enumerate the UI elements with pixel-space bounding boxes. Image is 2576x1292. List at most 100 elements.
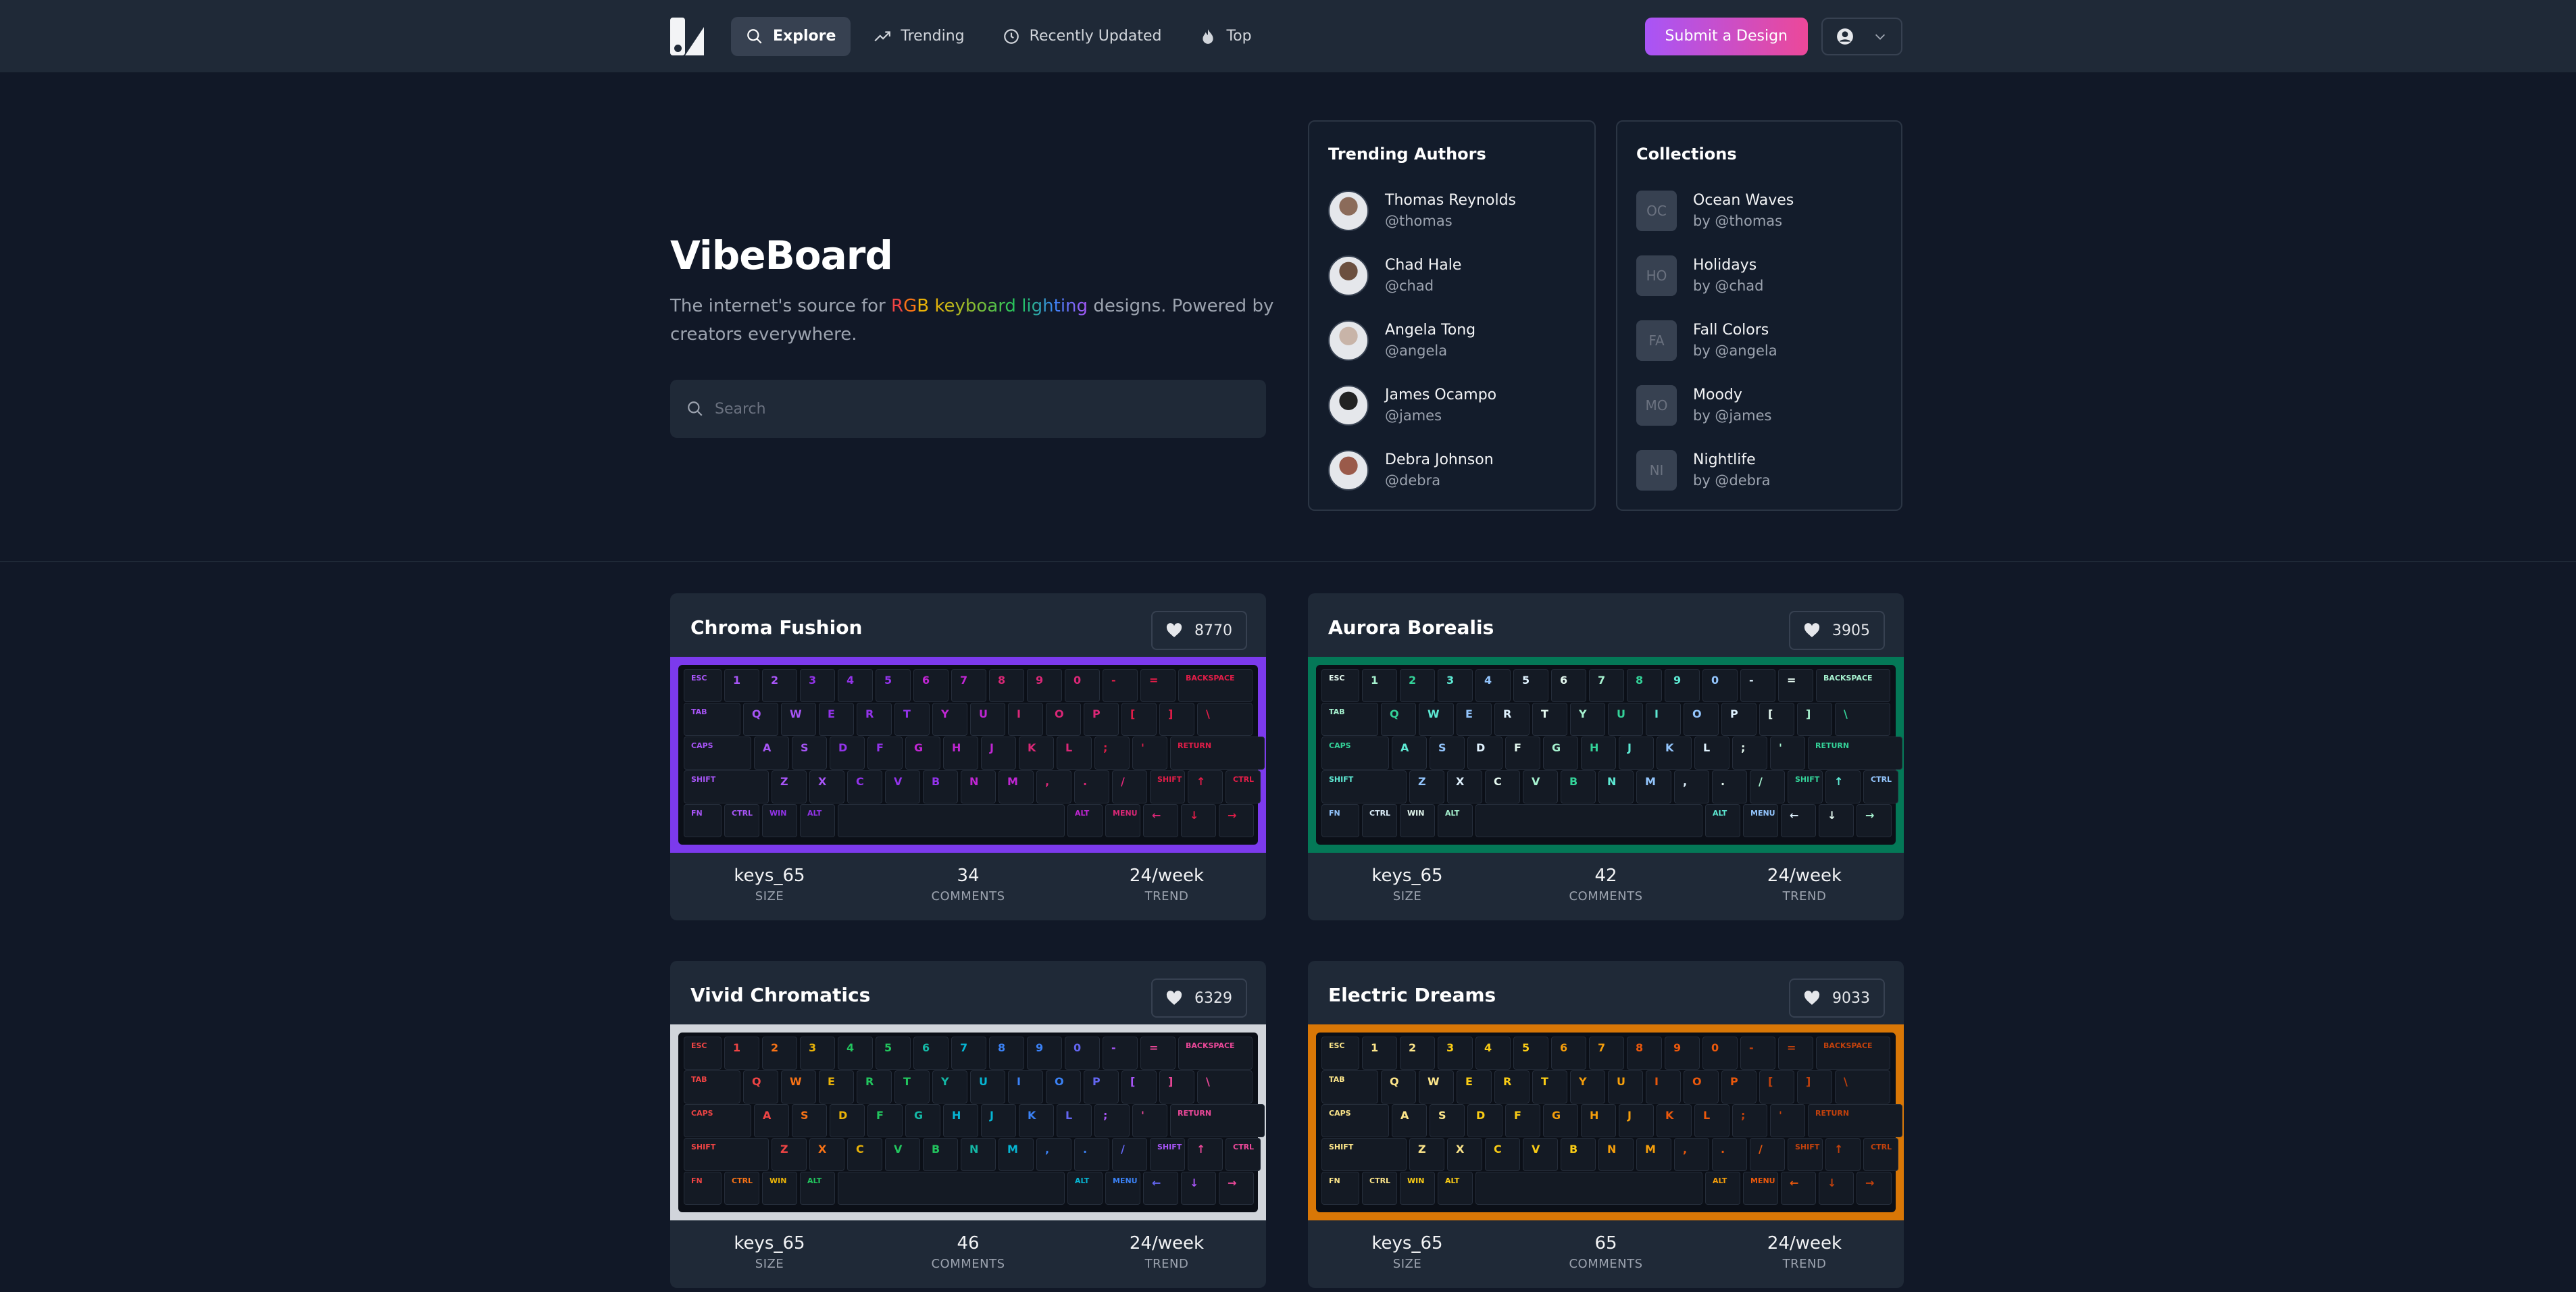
like-button[interactable]: 9033 [1789,978,1885,1018]
collection-item[interactable]: MO Moody by @james [1636,373,1882,438]
keyboard-key: ESC [1321,669,1359,702]
chevron-down-icon [1875,34,1886,40]
keyboard-key: D [830,1104,865,1137]
design-title[interactable]: Electric Dreams [1328,984,1496,1006]
keyboard-row: CAPS A S D F G H J K L; ' RETURN [684,737,1265,770]
keyboard-key: CTRL [1226,770,1261,803]
stat-size: keys_65 SIZE [1308,864,1507,905]
author-item[interactable]: Angela Tong @angela [1328,308,1575,373]
keyboard-preview[interactable]: ESC 1 2 3 4 5 6 7 8 9 0- = BACKSPACE TAB Q W E R T Y U I O P[] \… [670,1024,1266,1220]
keyboard-key: 9 [1665,1037,1700,1070]
keyboard-key: ALT [800,1172,835,1205]
nav-top[interactable]: Top [1184,17,1266,56]
keyboard-key: ALT [1705,804,1740,837]
keyboard-key: T [894,703,930,736]
search-bar [670,380,1266,438]
keyboard-key: . [1074,770,1109,803]
keyboard-preview[interactable]: ESC 1 2 3 4 5 6 7 8 9 0- = BACKSPACE TAB Q W E R T Y U I O P[] \… [1308,1024,1904,1220]
trending-authors-panel: Trending Authors Thomas Reynolds @thomas… [1308,120,1596,511]
keyboard-key: = [1778,1037,1813,1070]
design-title[interactable]: Chroma Fushion [690,616,862,639]
keyboard-key: 3 [1438,1037,1473,1070]
keyboard-key: TAB [1321,703,1378,736]
keyboard-key: ' [1770,737,1805,770]
author-item[interactable]: James Ocampo @james [1328,373,1575,438]
nav-explore[interactable]: Explore [731,16,851,56]
keyboard-key: P [1084,703,1119,736]
keyboard-key: [ [1759,1070,1794,1103]
keyboard-key: E [1457,1070,1492,1103]
author-handle: @james [1385,407,1442,424]
keyboard-key: SHIFT [684,1138,769,1171]
keyboard-key: I [1008,1070,1043,1103]
keyboard-key: . [1074,1138,1109,1171]
collection-item[interactable]: HO Holidays by @chad [1636,243,1882,308]
author-avatar [1328,191,1369,231]
like-button[interactable]: 6329 [1151,978,1247,1018]
design-card[interactable]: Electric Dreams 9033 ESC 1 2 3 4 5 6 7 8 9 0- = BACK… [1308,961,1904,1288]
nav-recently-updated[interactable]: Recently Updated [988,17,1177,56]
keyboard-key: Z [772,770,807,803]
trending-icon [874,30,891,41]
like-button[interactable]: 8770 [1151,611,1247,650]
keyboard-key: - [1740,669,1775,702]
stat-comments-value: 46 [957,1233,980,1253]
stat-comments: 65 COMMENTS [1507,1231,1705,1273]
keyboard-key: 7 [951,1037,986,1070]
user-menu-button[interactable] [1821,17,1902,55]
keyboard-preview[interactable]: ESC 1 2 3 4 5 6 7 8 9 0- = BACKSPACE TAB Q W E R T Y U I O P[] \… [670,657,1266,853]
keyboard-key: 2 [762,1037,797,1070]
keyboard-key: ↓ [1181,804,1216,837]
stat-comments-label: COMMENTS [931,1257,1005,1271]
collection-item[interactable]: OC Ocean Waves by @thomas [1636,178,1882,243]
author-item[interactable]: Thomas Reynolds @thomas [1328,178,1575,243]
keyboard-key: CAPS [1321,737,1389,770]
keyboard-key: T [1532,1070,1567,1103]
keyboard-key: 4 [1475,1037,1511,1070]
keyboard-key: 8 [989,669,1024,702]
vibeboard-logo-icon[interactable] [670,17,705,55]
nav-trending-label: Trending [901,28,965,45]
submit-design-button[interactable]: Submit a Design [1644,17,1808,55]
keyboard-key: CTRL [724,1172,759,1205]
keyboard-key: 5 [1513,1037,1548,1070]
top-navigation: Explore Trending Recently Updated Top Su… [0,0,2576,72]
design-card[interactable]: Aurora Borealis 3905 ESC 1 2 3 4 5 6 7 8 9 0- = BACK… [1308,593,1904,920]
collection-item[interactable]: FA Fall Colors by @angela [1636,308,1882,373]
design-title[interactable]: Aurora Borealis [1328,616,1494,639]
nav-trending[interactable]: Trending [859,17,979,56]
keyboard-key: R [857,1070,892,1103]
author-item[interactable]: Chad Hale @chad [1328,243,1575,308]
keyboard-key: FN [684,804,722,837]
design-title[interactable]: Vivid Chromatics [690,984,870,1006]
keyboard-key: / [1112,770,1147,803]
stat-comments-label: COMMENTS [1569,1257,1643,1271]
collection-item[interactable]: NI Nightlife by @debra [1636,438,1882,503]
design-card[interactable]: Vivid Chromatics 6329 ESC 1 2 3 4 5 6 7 8 9 0- = BAC… [670,961,1266,1288]
clock-icon [1003,28,1019,44]
keyboard-key: ALT [1705,1172,1740,1205]
author-item[interactable]: Debra Johnson @debra [1328,438,1575,503]
keyboard-preview[interactable]: ESC 1 2 3 4 5 6 7 8 9 0- = BACKSPACE TAB Q W E R T Y U I O P[] \… [1308,657,1904,853]
keyboard-key: 8 [989,1037,1024,1070]
keyboard-key: ' [1132,737,1167,770]
stat-size-label: SIZE [1392,889,1422,903]
author-handle: @chad [1385,278,1434,294]
keyboard-key: ← [1143,804,1178,837]
keyboard-key: L [1694,1104,1729,1137]
keyboard-key: ESC [684,669,722,702]
collection-thumbnail: HO [1636,255,1677,296]
keyboard-key: / [1750,770,1785,803]
stat-trend-label: TREND [1782,1257,1827,1271]
keyboard-key: L [1057,737,1092,770]
keyboard-key: I [1008,703,1043,736]
keyboard-key: ↑ [1825,1138,1861,1171]
heart-icon [1804,991,1820,1005]
keyboard-key: O [1684,1070,1719,1103]
like-button[interactable]: 3905 [1789,611,1885,650]
design-card[interactable]: Chroma Fushion 8770 ESC 1 2 3 4 5 6 7 8 9 0- = BACKS… [670,593,1266,920]
search-input[interactable] [715,400,1266,418]
nav-explore-label: Explore [773,28,836,45]
stat-size-value: keys_65 [1371,1233,1443,1253]
keyboard-key: D [1467,737,1502,770]
